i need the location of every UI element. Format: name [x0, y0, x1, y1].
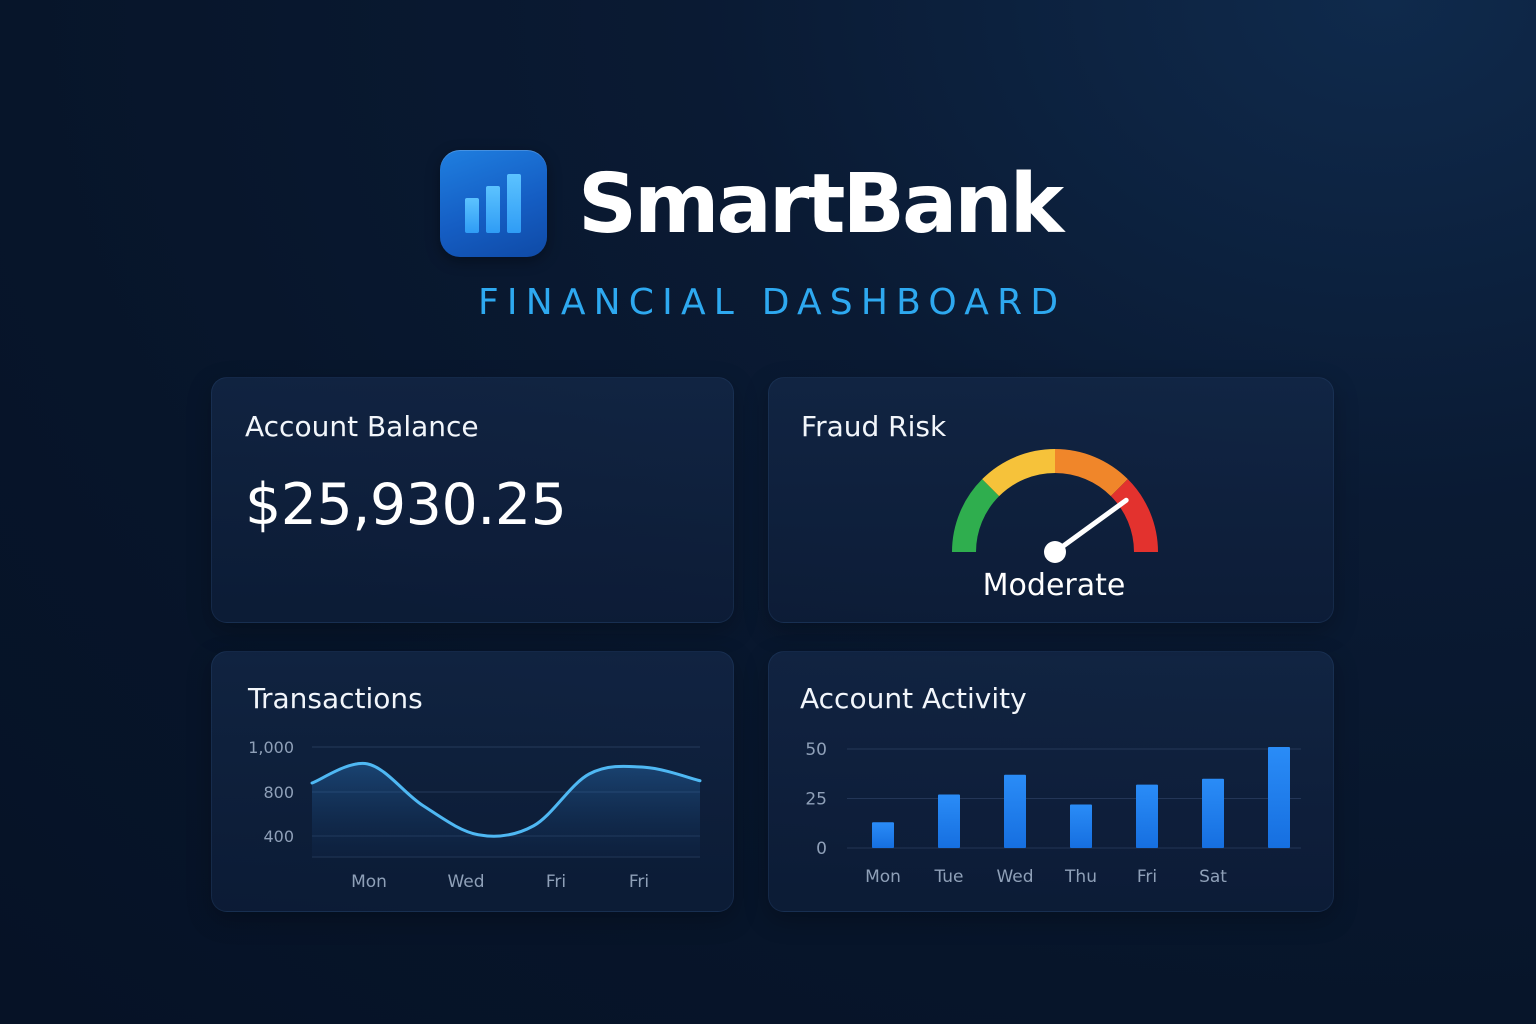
activity-bar [1202, 778, 1224, 848]
gauge-needle-hub [1044, 541, 1066, 563]
transactions-card[interactable]: Transactions 1,000 800 400 Mon Wed Fri Fri [211, 651, 734, 912]
brand-name: SmartBank [578, 157, 1064, 252]
account-balance-card[interactable]: Account Balance $25,930.25 [211, 377, 734, 623]
activity-bar [1268, 747, 1290, 848]
activity-bar [1004, 774, 1026, 848]
gauge-segment-mid-low [982, 449, 1056, 497]
x-tick-label: Fri [1137, 867, 1157, 887]
logo-bar [507, 174, 521, 233]
balance-value: $25,930.25 [245, 472, 567, 538]
y-tick-label: 400 [263, 827, 294, 846]
logo-bar [465, 198, 479, 233]
x-tick-label: Thu [1064, 867, 1097, 887]
y-tick-label: 0 [816, 839, 827, 859]
x-tick-label: Tue [933, 867, 963, 887]
y-tick-label: 1,000 [248, 738, 294, 757]
account-activity-card[interactable]: Account Activity 50 25 0 Mon Tue Wed Thu Fri Sat [768, 651, 1334, 912]
x-tick-label: Mon [351, 872, 387, 892]
logo-bar [486, 186, 500, 233]
x-tick-label: Wed [447, 872, 484, 892]
x-tick-label: Fri [629, 872, 649, 892]
x-tick-label: Mon [865, 867, 901, 887]
card-title: Account Balance [245, 410, 479, 443]
x-tick-label: Wed [996, 867, 1033, 887]
transactions-chart: 1,000 800 400 Mon Wed Fri Fri [248, 738, 702, 892]
activity-bar [938, 794, 960, 848]
page-subtitle: FINANCIAL DASHBOARD [478, 282, 1067, 323]
gauge-segment-high [1110, 479, 1158, 553]
activity-bar [1136, 784, 1158, 848]
x-tick-label: Sat [1199, 867, 1227, 887]
fraud-risk-card[interactable]: Fraud Risk Moderate [768, 377, 1334, 623]
bar-chart-icon [440, 150, 547, 257]
x-tick-label: Fri [546, 872, 566, 892]
activity-bar [872, 822, 894, 848]
y-tick-label: 50 [805, 740, 827, 760]
gauge-segment-low [952, 479, 1000, 553]
account-activity-chart: 50 25 0 Mon Tue Wed Thu Fri Sat [805, 740, 1301, 887]
transactions-area [312, 763, 700, 857]
y-tick-label: 800 [263, 783, 294, 802]
gauge-segment-mid-high [1054, 449, 1128, 497]
activity-bar [1070, 804, 1092, 848]
gauge-needle [1052, 497, 1129, 555]
risk-level-label: Moderate [982, 568, 1126, 603]
y-tick-label: 25 [805, 790, 827, 810]
